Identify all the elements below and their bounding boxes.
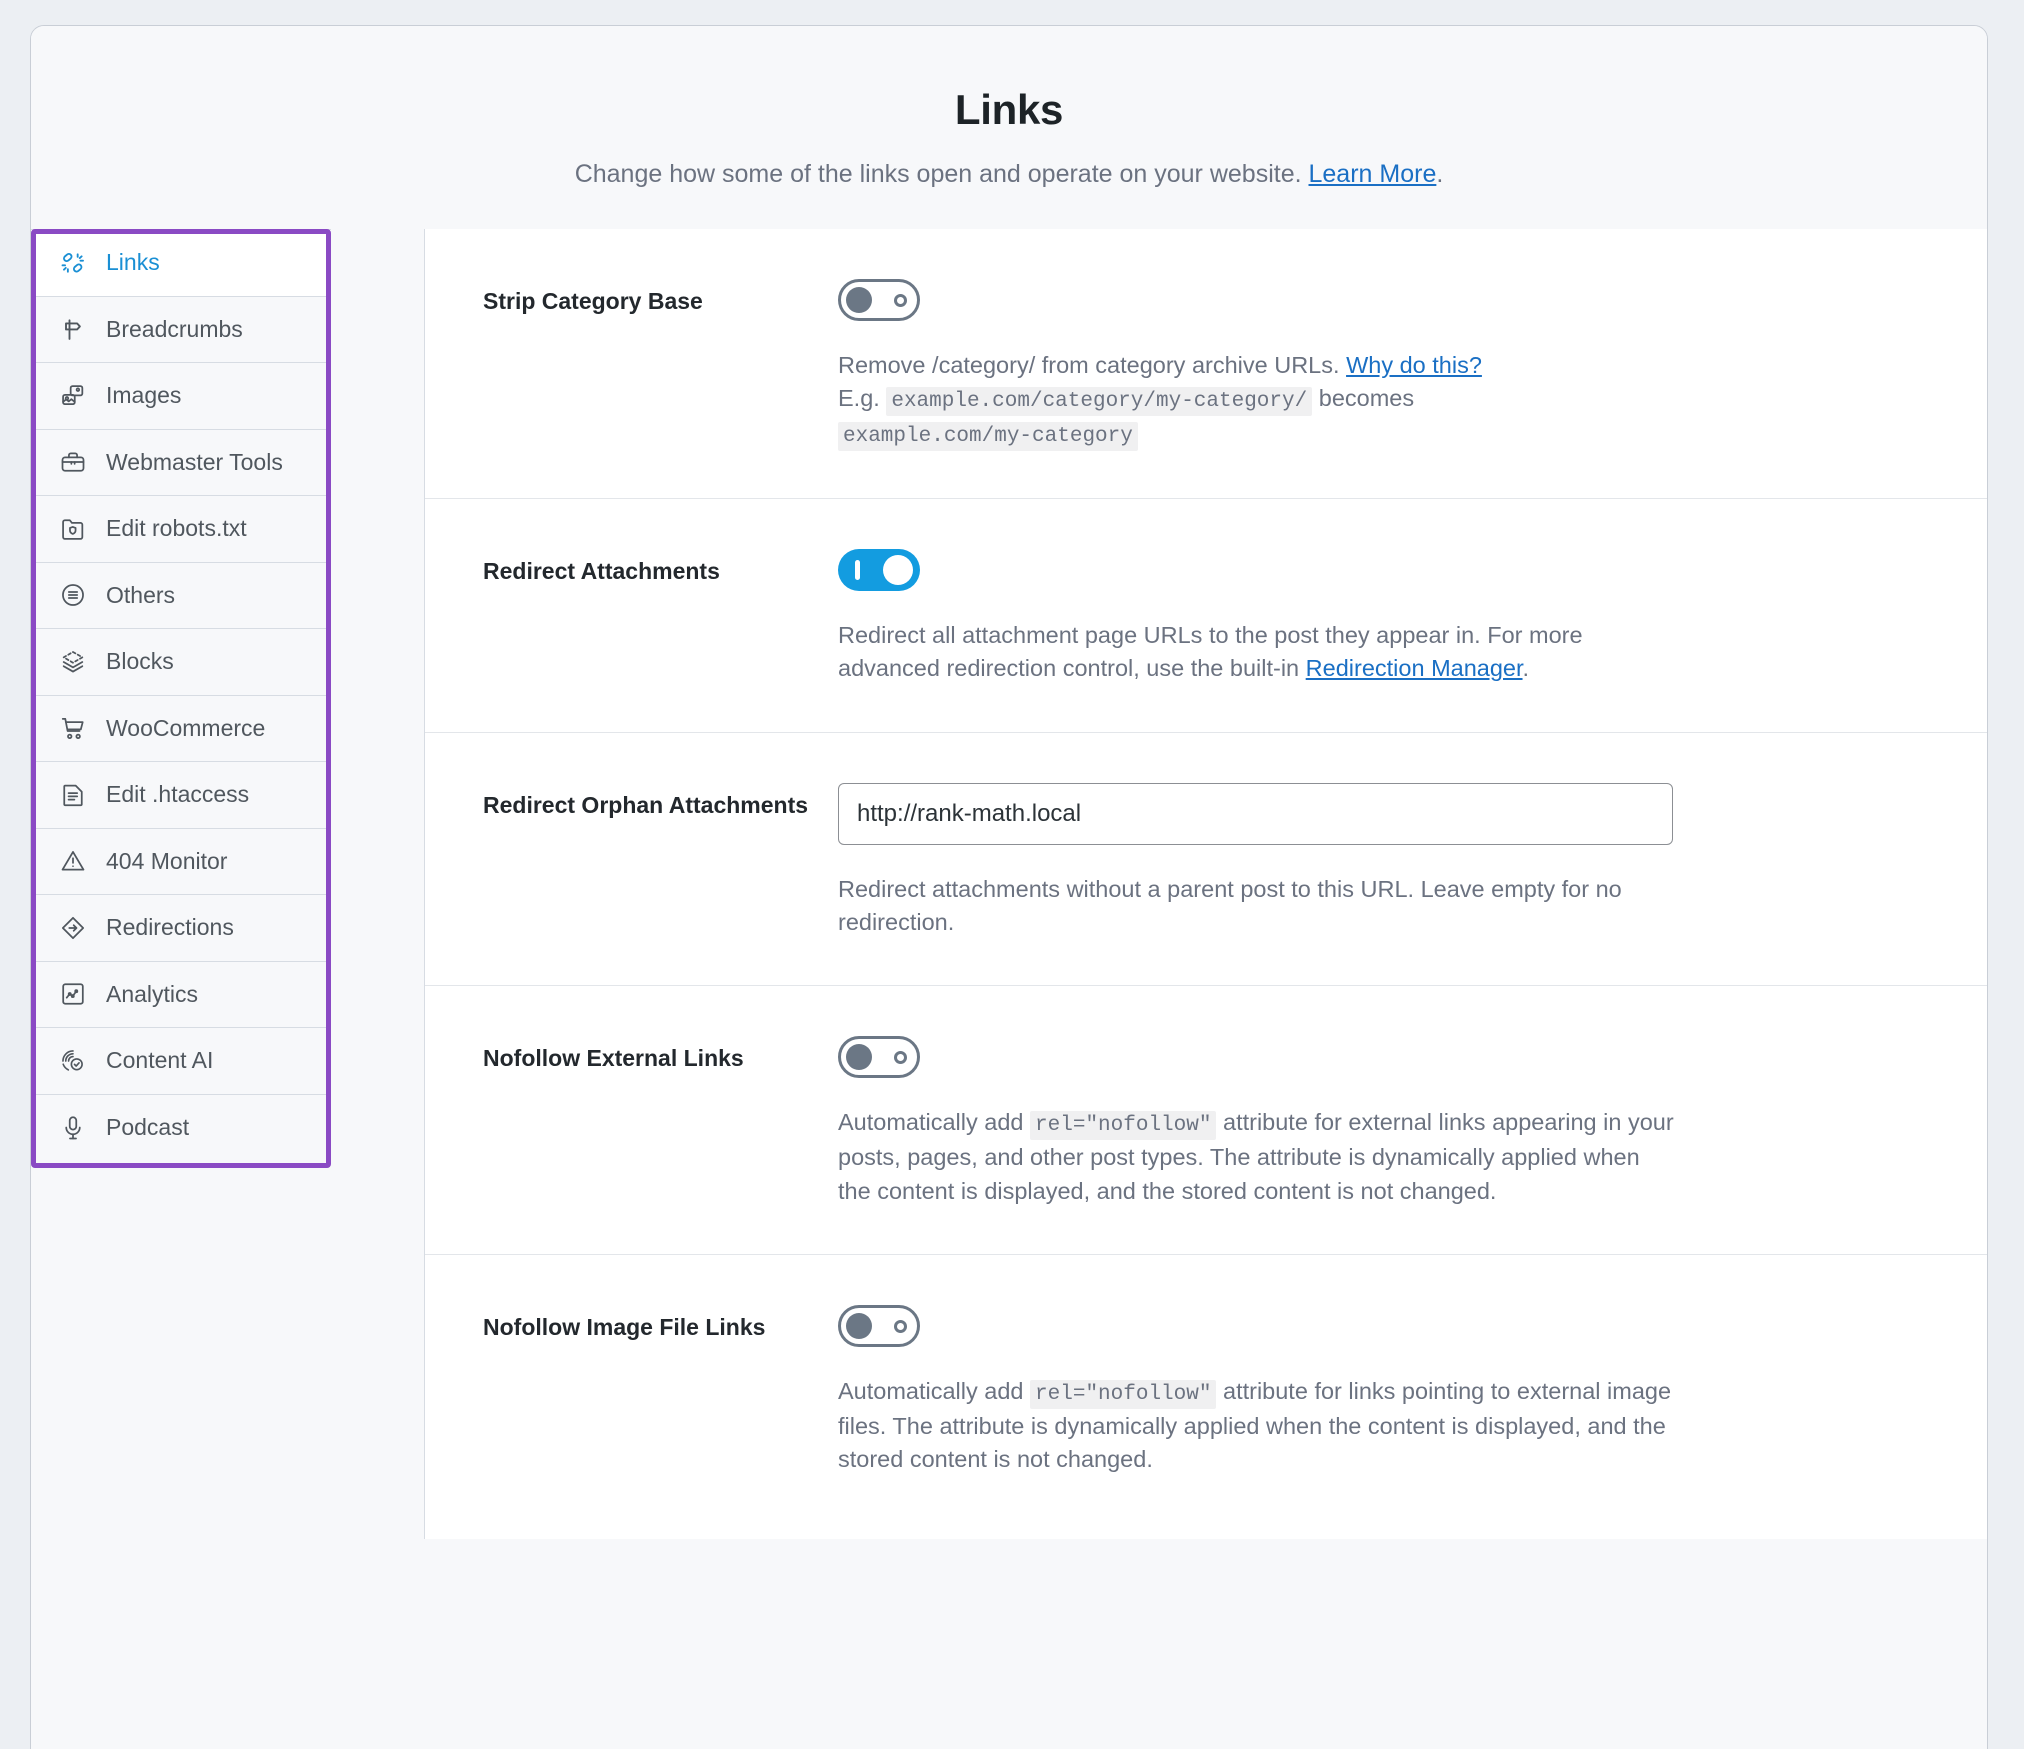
settings-body: Links Breadcrumbs Images Webmaster Tools… — [31, 229, 1987, 1539]
folder-shield-icon — [58, 514, 88, 544]
sidebar-item-content-ai[interactable]: Content AI — [31, 1028, 331, 1095]
sidebar-item-breadcrumbs[interactable]: Breadcrumbs — [31, 296, 331, 363]
setting-row-strip-category-base: Strip Category Base Remove /category/ fr… — [425, 229, 1987, 499]
setting-field: Remove /category/ from category archive … — [838, 279, 1927, 452]
sidebar-item-label: Images — [106, 382, 182, 409]
sidebar-item-redirections[interactable]: Redirections — [31, 895, 331, 962]
redirect-attachments-toggle[interactable] — [838, 548, 920, 591]
links-settings-card: Links Change how some of the links open … — [30, 25, 1988, 1749]
file-lines-icon — [58, 780, 88, 810]
warning-triangle-icon — [58, 846, 88, 876]
settings-main-panel: Strip Category Base Remove /category/ fr… — [425, 229, 1987, 1539]
setting-row-nofollow-external-links: Nofollow External Links Automatically ad… — [425, 986, 1987, 1255]
circle-lines-icon — [58, 580, 88, 610]
sidebar-item-label: Webmaster Tools — [106, 448, 283, 475]
microphone-icon — [58, 1113, 88, 1143]
setting-label: Strip Category Base — [483, 288, 703, 314]
cart-icon — [58, 713, 88, 743]
settings-sidebar: Links Breadcrumbs Images Webmaster Tools… — [31, 229, 425, 1539]
page-title: Links — [954, 86, 1064, 133]
learn-more-link[interactable]: Learn More — [1309, 160, 1437, 188]
toggle-knob — [846, 287, 872, 313]
toggle-knob — [846, 1044, 872, 1071]
sidebar-nav-list: Links Breadcrumbs Images Webmaster Tools… — [31, 229, 331, 1161]
page-subtitle: Change how some of the links open and op… — [71, 160, 1947, 189]
diamond-arrow-icon — [58, 913, 88, 943]
sidebar-item-label: 404 Monitor — [106, 847, 228, 874]
setting-description: Automatically add rel="nofollow" attribu… — [838, 1106, 1678, 1208]
sidebar-item-label: Content AI — [106, 1047, 214, 1074]
setting-label: Nofollow Image File Links — [483, 1313, 766, 1340]
layers-icon — [58, 647, 88, 677]
toggle-ring — [894, 1319, 907, 1333]
sidebar-item-edit-htaccess[interactable]: Edit .htaccess — [31, 762, 331, 829]
sidebar-item-label: Edit robots.txt — [106, 515, 247, 542]
subtitle-period: . — [1436, 160, 1444, 188]
redirect-orphan-attachments-input[interactable] — [838, 782, 1673, 845]
setting-label: Redirect Orphan Attachments — [483, 791, 809, 818]
setting-description: Redirect attachments without a parent po… — [838, 875, 1622, 936]
toggle-ring — [894, 294, 907, 307]
sidebar-item-others[interactable]: Others — [31, 562, 331, 629]
signpost-icon — [58, 314, 88, 344]
toggle-knob — [883, 554, 913, 585]
redirection-manager-link[interactable]: Redirection Manager — [1306, 655, 1523, 681]
sidebar-item-links[interactable]: Links — [31, 230, 331, 297]
nofollow-image-file-links-toggle[interactable] — [838, 1304, 920, 1347]
setting-description: Automatically add rel="nofollow" attribu… — [838, 1375, 1678, 1477]
setting-field: Redirect attachments without a parent po… — [838, 782, 1927, 940]
links-icon — [58, 248, 88, 278]
nofollow-external-links-toggle[interactable] — [838, 1036, 920, 1079]
sidebar-item-images[interactable]: Images — [31, 363, 331, 430]
sidebar-item-label: Podcast — [106, 1114, 190, 1141]
sidebar-item-label: WooCommerce — [106, 714, 266, 741]
why-do-this-link[interactable]: Why do this? — [1346, 352, 1482, 378]
fingerprint-check-icon — [58, 1046, 88, 1076]
example-code-original: example.com/category/my-category/ — [886, 387, 1313, 417]
setting-row-redirect-orphan-attachments: Redirect Orphan Attachments Redirect att… — [425, 733, 1987, 987]
example-prefix: E.g. — [838, 385, 887, 412]
setting-row-redirect-attachments: Redirect Attachments Redirect all attach… — [425, 499, 1987, 733]
setting-label: Nofollow External Links — [483, 1045, 744, 1072]
setting-description: Remove /category/ from category archive … — [838, 349, 1678, 452]
sidebar-item-label: Links — [106, 249, 160, 276]
setting-description: Redirect all attachment page URLs to the… — [838, 619, 1678, 686]
setting-label: Redirect Attachments — [483, 557, 720, 584]
subtitle-text: Change how some of the links open and op… — [574, 160, 1309, 188]
page-header: Links Change how some of the links open … — [31, 26, 1987, 229]
toggle-bar — [855, 559, 860, 580]
strip-category-base-toggle[interactable] — [838, 279, 920, 321]
description-period: . — [1522, 655, 1530, 682]
description-text-before: Automatically add — [838, 1377, 1031, 1404]
sidebar-item-blocks[interactable]: Blocks — [31, 629, 331, 696]
rel-nofollow-code: rel="nofollow" — [1030, 1111, 1217, 1141]
sidebar-item-woocommerce[interactable]: WooCommerce — [31, 695, 331, 762]
toggle-ring — [894, 1051, 907, 1065]
sidebar-item-edit-robots-txt[interactable]: Edit robots.txt — [31, 496, 331, 563]
sidebar-item-label: Others — [106, 581, 176, 608]
rel-nofollow-code: rel="nofollow" — [1030, 1379, 1217, 1409]
description-text: Remove /category/ from category archive … — [838, 352, 1347, 378]
settings-page: Links Change how some of the links open … — [0, 0, 2024, 1749]
becomes-text: becomes — [1312, 385, 1415, 412]
example-code-result: example.com/my-category — [838, 422, 1138, 452]
sidebar-item-analytics[interactable]: Analytics — [31, 961, 331, 1028]
description-text-before: Automatically add — [838, 1109, 1031, 1136]
sidebar-item-podcast[interactable]: Podcast — [31, 1094, 331, 1161]
toggle-knob — [846, 1312, 872, 1339]
setting-field: Automatically add rel="nofollow" attribu… — [838, 1304, 1927, 1477]
sidebar-item-label: Edit .htaccess — [106, 781, 250, 808]
sidebar-item-label: Breadcrumbs — [106, 315, 243, 342]
setting-field: Automatically add rel="nofollow" attribu… — [838, 1036, 1927, 1208]
sidebar-item-webmaster-tools[interactable]: Webmaster Tools — [31, 429, 331, 496]
setting-row-nofollow-image-file-links: Nofollow Image File Links Automatically … — [425, 1255, 1987, 1523]
sidebar-item-label: Blocks — [106, 648, 174, 675]
chart-square-icon — [58, 979, 88, 1009]
sidebar-item-label: Analytics — [106, 980, 199, 1007]
sidebar-item-404-monitor[interactable]: 404 Monitor — [31, 828, 331, 895]
sidebar-item-label: Redirections — [106, 914, 234, 941]
setting-field: Redirect all attachment page URLs to the… — [838, 548, 1927, 686]
images-icon — [58, 381, 88, 411]
briefcase-icon — [58, 447, 88, 477]
